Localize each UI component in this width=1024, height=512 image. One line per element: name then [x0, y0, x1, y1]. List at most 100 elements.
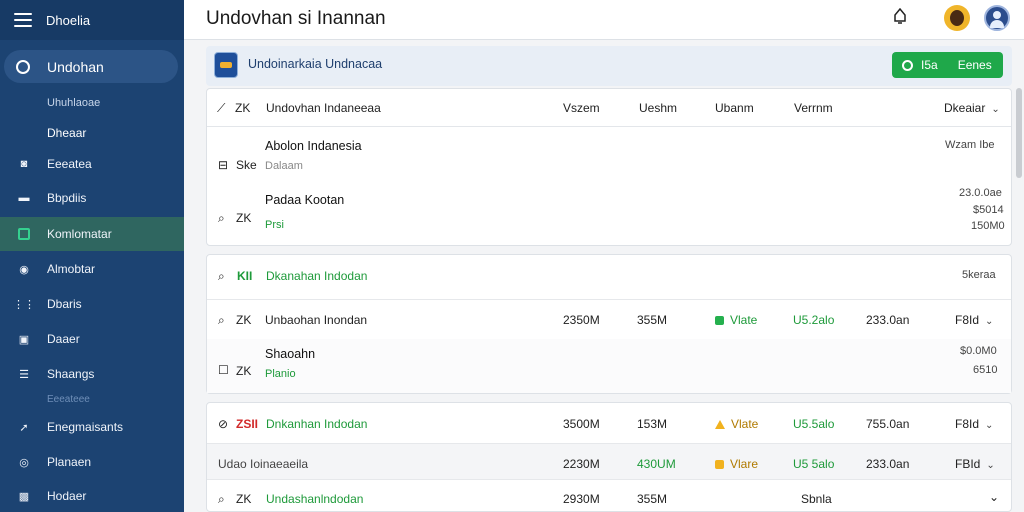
- sidebar-item[interactable]: ☰ Shaangs: [0, 357, 184, 391]
- chevron-down-icon: ⌄: [991, 104, 1000, 115]
- row-value: 2930M: [563, 492, 600, 506]
- sidebar-item[interactable]: ◙ Eeeatea: [0, 147, 184, 181]
- bell-icon[interactable]: [892, 8, 908, 25]
- table-card: ⟋ ZK Undovhan Indaneeaa Vszem Ueshm Uban…: [206, 88, 1012, 246]
- grid-icon: ⋮⋮: [13, 298, 35, 311]
- avatar[interactable]: [944, 5, 970, 31]
- col-dropdown[interactable]: Dkeaiar ⌄: [944, 101, 1000, 115]
- primary-action-button[interactable]: I5a Eenes: [892, 52, 1003, 78]
- list-icon: ☰: [19, 368, 29, 381]
- edit-icon[interactable]: ⊟: [218, 158, 228, 172]
- sidebar: Dhoelia Undohan Uhuhlaoae Dheaar ◙ Eeeate…: [0, 0, 184, 512]
- sidebar-item[interactable]: ▩ Hodaer: [0, 479, 184, 512]
- sidebar-header: Dhoelia: [0, 0, 184, 40]
- row-value: 23.0.0ae: [959, 187, 1002, 199]
- sidebar-item[interactable]: ▣ Daaer: [0, 322, 184, 356]
- row-title[interactable]: Udao Ioinaeaeila: [218, 457, 308, 471]
- row-value: 2230M: [563, 457, 600, 471]
- search-icon[interactable]: ⌕: [218, 269, 225, 284]
- row-value: U5 5alo: [793, 457, 835, 471]
- row-dropdown[interactable]: F8Id ⌄: [955, 417, 993, 431]
- row-code: Ske: [236, 158, 257, 172]
- search-icon[interactable]: ⌕: [218, 492, 225, 507]
- row-dropdown[interactable]: FBId ⌄: [955, 457, 995, 471]
- row-value: 153M: [637, 417, 668, 431]
- col-c[interactable]: Ubanm: [715, 101, 754, 115]
- row-value: U5.5alo: [793, 417, 835, 431]
- calendar-icon: ▣: [18, 333, 30, 346]
- col-code: ZK: [235, 101, 251, 115]
- row-title[interactable]: Dnkanhan Indodan: [266, 417, 367, 431]
- sidebar-item[interactable]: ⋮⋮ Dbaris: [0, 287, 184, 321]
- row-code: ZK: [236, 313, 252, 327]
- row-code: ZSII: [236, 417, 259, 431]
- row-code: ZK: [236, 492, 252, 506]
- row-value: 3500M: [563, 417, 600, 431]
- status-dot-icon: [715, 460, 724, 469]
- row-value: 233.0an: [866, 313, 910, 327]
- chevron-down-icon[interactable]: ⌄: [989, 490, 999, 504]
- col-b[interactable]: Ueshm: [639, 101, 677, 115]
- row-code: ZK: [236, 364, 252, 378]
- sidebar-subitem[interactable]: Dheaar: [47, 126, 86, 140]
- row-title[interactable]: Undashanlndodan: [266, 492, 363, 506]
- chevron-down-icon: ⌄: [985, 316, 994, 327]
- status-badge: Vlate: [715, 417, 758, 431]
- group-card: ⊘ ZSII Dnkanhan Indodan 3500M 153M Vlate…: [206, 402, 1012, 512]
- col-a[interactable]: Vszem: [563, 101, 600, 115]
- col-name[interactable]: Undovhan Indaneeaa: [266, 101, 381, 115]
- scrollbar[interactable]: [1016, 88, 1022, 178]
- sidebar-item[interactable]: ▬ Bbpdiis: [0, 181, 184, 215]
- status-dot-icon: [715, 316, 724, 325]
- row-value: Sbnla: [801, 492, 832, 506]
- photo-icon: ◙: [20, 158, 28, 170]
- group-meta: 5keraa: [962, 269, 996, 281]
- status-badge: Vlare: [715, 457, 758, 471]
- row-value: 2350M: [563, 313, 600, 327]
- user-avatar-icon[interactable]: [984, 5, 1010, 31]
- sidebar-item-label: Undohan: [47, 58, 104, 75]
- sidebar-item-highlighted[interactable]: Komlomatar: [0, 217, 184, 251]
- image-icon: ▩: [18, 490, 30, 503]
- row-subtitle: Dalaam: [265, 160, 303, 172]
- target-icon: ◎: [19, 456, 29, 469]
- warning-icon: [715, 420, 725, 429]
- checkbox-icon[interactable]: ☐: [218, 363, 229, 377]
- chevron-down-icon: ⌄: [986, 460, 995, 471]
- row-value: 755.0an: [866, 417, 910, 431]
- sidebar-item-active[interactable]: Undohan: [4, 50, 178, 83]
- sidebar-item[interactable]: ◎ Planaen: [0, 445, 184, 479]
- table-header: ⟋ ZK Undovhan Indaneeaa Vszem Ueshm Uban…: [207, 89, 1011, 127]
- sidebar-item[interactable]: ◉ Almobtar: [0, 252, 184, 286]
- row-dropdown[interactable]: F8Id ⌄: [955, 313, 993, 327]
- col-d[interactable]: Verrnm: [794, 101, 833, 115]
- back-arrow-icon[interactable]: ⟋: [217, 101, 225, 116]
- row-value: U5.2alo: [793, 313, 835, 327]
- screen-icon: ▬: [18, 192, 30, 204]
- menu-icon[interactable]: [14, 13, 32, 27]
- app-brand: Dhoelia: [46, 12, 91, 28]
- search-icon[interactable]: ⌕: [218, 313, 225, 328]
- row-value: 430UM: [637, 457, 676, 471]
- row-title[interactable]: Shaoahn: [265, 347, 315, 361]
- group-code: KII: [237, 269, 253, 283]
- row-title[interactable]: Padaa Kootan: [265, 193, 344, 207]
- row-value: 233.0an: [866, 457, 910, 471]
- chevron-down-icon: ⌄: [985, 420, 994, 431]
- search-icon[interactable]: ⌕: [218, 211, 225, 226]
- logo-icon: [214, 52, 238, 78]
- row-subtitle: Prsi: [265, 219, 284, 231]
- sidebar-item[interactable]: ➚ Enegmaisants: [0, 410, 184, 444]
- alert-icon[interactable]: ⊘: [218, 417, 228, 431]
- box-icon: [18, 228, 30, 240]
- search-icon: [16, 59, 30, 74]
- row-code: ZK: [236, 211, 252, 225]
- row-title[interactable]: Unbaohan Inondan: [265, 313, 367, 327]
- group-title[interactable]: Dkanahan Indodan: [266, 269, 367, 283]
- sidebar-subitem[interactable]: Uhuhlaoae: [47, 97, 100, 109]
- row-value: 150M0: [971, 220, 1005, 232]
- banner-text: Undoinarkaia Undnacaa: [248, 57, 383, 71]
- row-subtitle: Planio: [265, 368, 296, 380]
- pin-icon: ➚: [19, 421, 29, 434]
- row-title[interactable]: Abolon Indanesia: [265, 139, 362, 153]
